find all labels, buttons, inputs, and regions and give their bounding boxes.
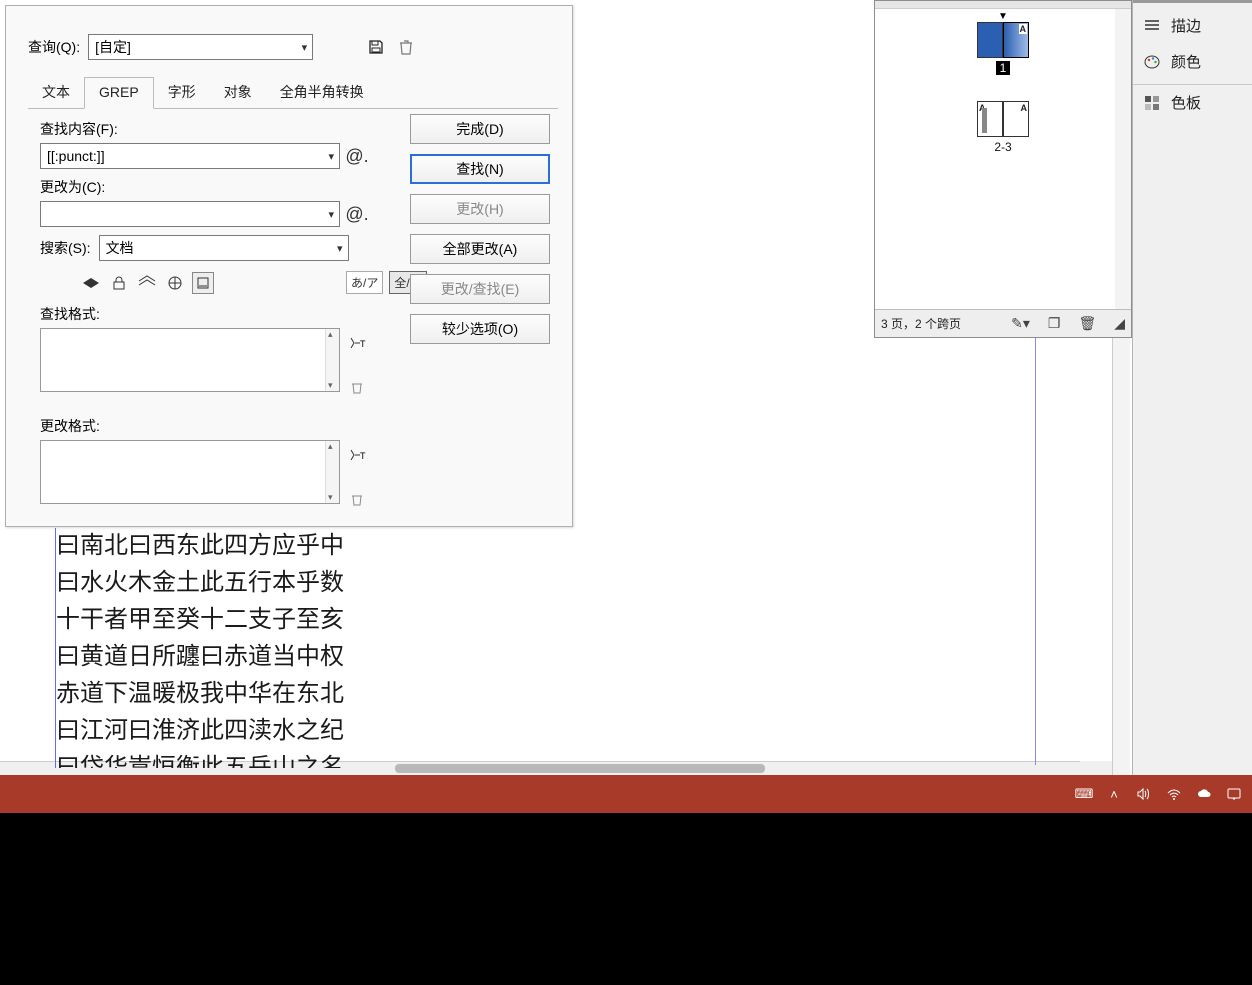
svg-text:T: T <box>360 451 366 461</box>
change-format-box[interactable] <box>40 440 340 504</box>
volume-icon[interactable] <box>1136 786 1152 802</box>
clear-find-format-icon[interactable] <box>346 376 368 398</box>
stroke-icon <box>1143 17 1161 35</box>
search-scope-label: 搜索(S): <box>40 238 91 258</box>
pages-panel-header[interactable] <box>875 1 1131 9</box>
special-char-change-icon[interactable]: @. <box>346 203 368 225</box>
text-line[interactable]: 曰江河曰淮济此四渎水之纪 <box>56 713 395 750</box>
query-dropdown[interactable]: [自定] <box>88 34 313 60</box>
delete-query-icon[interactable] <box>395 36 417 58</box>
find-what-value: [[:punct:]] <box>47 148 105 164</box>
master-marker: A <box>1019 24 1028 34</box>
text-line[interactable]: 曰岱华嵩恒衡此五岳山之名 <box>56 750 395 768</box>
find-what-input[interactable]: [[:punct:]] <box>40 143 340 169</box>
locked-layers-icon[interactable] <box>80 272 102 294</box>
hscroll-thumb[interactable] <box>395 764 765 773</box>
panel-label: 描边 <box>1171 15 1201 36</box>
save-query-icon[interactable] <box>365 36 387 58</box>
special-char-find-icon[interactable]: @. <box>346 145 368 167</box>
spread-label: 2-3 <box>977 140 1029 154</box>
query-value: [自定] <box>95 39 131 55</box>
page-number-label: 1 <box>996 61 1011 75</box>
find-change-dialog: 查询(Q): [自定] 文本 GREP 字形 对象 全角半角转换 查找内容(F)… <box>5 5 573 527</box>
panel-stroke[interactable]: 描边 <box>1133 8 1252 44</box>
find-tabs: 文本 GREP 字形 对象 全角半角转换 <box>28 76 558 109</box>
panel-swatches[interactable]: 色板 <box>1133 85 1252 121</box>
dialog-buttons: 完成(D) 查找(N) 更改(H) 全部更改(A) 更改/查找(E) 较少选项(… <box>410 114 550 344</box>
swatches-icon <box>1143 94 1161 112</box>
tab-fullhalf[interactable]: 全角半角转换 <box>266 76 378 108</box>
pages-scrollbar[interactable] <box>1115 9 1131 309</box>
specify-change-format-icon[interactable]: T <box>346 444 368 466</box>
palette-icon <box>1143 53 1161 71</box>
black-region <box>0 813 1252 985</box>
change-to-input[interactable] <box>40 201 340 227</box>
tab-text[interactable]: 文本 <box>28 76 84 108</box>
master-marker: A <box>1021 103 1028 113</box>
find-format-box[interactable] <box>40 328 340 392</box>
change-button[interactable]: 更改(H) <box>410 194 550 224</box>
windows-taskbar: ⌨ ˄ <box>0 775 1252 813</box>
panel-label: 色板 <box>1171 92 1201 113</box>
document-text-frame[interactable]: 曰南北曰西东此四方应乎中 曰水火木金土此五行本乎数 十干者甲至癸十二支子至亥 曰… <box>55 528 395 768</box>
pages-status: 3 页，2 个跨页 <box>881 315 961 332</box>
kana-toggle[interactable]: あ/ア <box>346 271 383 294</box>
pages-panel-footer: 3 页，2 个跨页 ✎▾ ❐ 🗑 ◢ <box>875 309 1131 337</box>
trash-icon[interactable]: 🗑 <box>1078 315 1096 332</box>
pages-panel: ▼ A 1 A A 2-3 3 页，2 个跨页 <box>874 0 1132 338</box>
footnotes-icon[interactable] <box>192 272 214 294</box>
text-line[interactable]: 曰黄道日所躔曰赤道当中权 <box>56 639 395 676</box>
edit-page-icon[interactable]: ✎▾ <box>1011 315 1030 332</box>
text-line[interactable]: 曰南北曰西东此四方应乎中 <box>56 528 395 565</box>
fewer-options-button[interactable]: 较少选项(O) <box>410 314 550 344</box>
svg-text:T: T <box>360 339 366 349</box>
done-button[interactable]: 完成(D) <box>410 114 550 144</box>
query-label: 查询(Q): <box>28 37 80 57</box>
panel-label: 颜色 <box>1171 51 1201 72</box>
page-thumb-2[interactable]: A <box>977 101 1003 137</box>
tab-glyph[interactable]: 字形 <box>154 76 210 108</box>
change-all-button[interactable]: 全部更改(A) <box>410 234 550 264</box>
change-format-label: 更改格式: <box>40 416 558 436</box>
change-find-button[interactable]: 更改/查找(E) <box>410 274 550 304</box>
new-page-icon[interactable]: ❐ <box>1048 315 1061 332</box>
clear-change-format-icon[interactable] <box>346 488 368 510</box>
resize-icon[interactable]: ◢ <box>1114 315 1125 332</box>
caret-down-icon: ▼ <box>977 11 1029 22</box>
text-line[interactable]: 曰水火木金土此五行本乎数 <box>56 565 395 602</box>
specify-find-format-icon[interactable]: T <box>346 332 368 354</box>
text-line[interactable]: 十干者甲至癸十二支子至亥 <box>56 602 395 639</box>
tab-grep[interactable]: GREP <box>84 77 154 109</box>
panel-color[interactable]: 颜色 <box>1133 44 1252 80</box>
pages-panel-body[interactable]: ▼ A 1 A A 2-3 <box>875 9 1131 309</box>
search-scope-dropdown[interactable]: 文档 <box>99 235 349 261</box>
search-scope-value: 文档 <box>106 240 134 256</box>
tab-object[interactable]: 对象 <box>210 76 266 108</box>
find-next-button[interactable]: 查找(N) <box>410 154 550 184</box>
locked-stories-icon[interactable] <box>108 272 130 294</box>
keyboard-icon[interactable]: ⌨ <box>1076 786 1092 802</box>
page-thumb-3[interactable]: A <box>1003 101 1029 137</box>
master-pages-icon[interactable] <box>164 272 186 294</box>
side-panel-dock: 描边 颜色 色板 <box>1132 0 1252 775</box>
chevron-up-icon[interactable]: ˄ <box>1106 786 1122 802</box>
action-center-icon[interactable] <box>1226 786 1242 802</box>
text-line[interactable]: 赤道下温暖极我中华在东北 <box>56 676 395 713</box>
cloud-icon[interactable] <box>1196 786 1212 802</box>
page-thumb-left-blank[interactable] <box>977 22 1003 58</box>
hidden-layers-icon[interactable] <box>136 272 158 294</box>
wifi-icon[interactable] <box>1166 786 1182 802</box>
page-thumb-1[interactable]: A <box>1003 22 1029 58</box>
